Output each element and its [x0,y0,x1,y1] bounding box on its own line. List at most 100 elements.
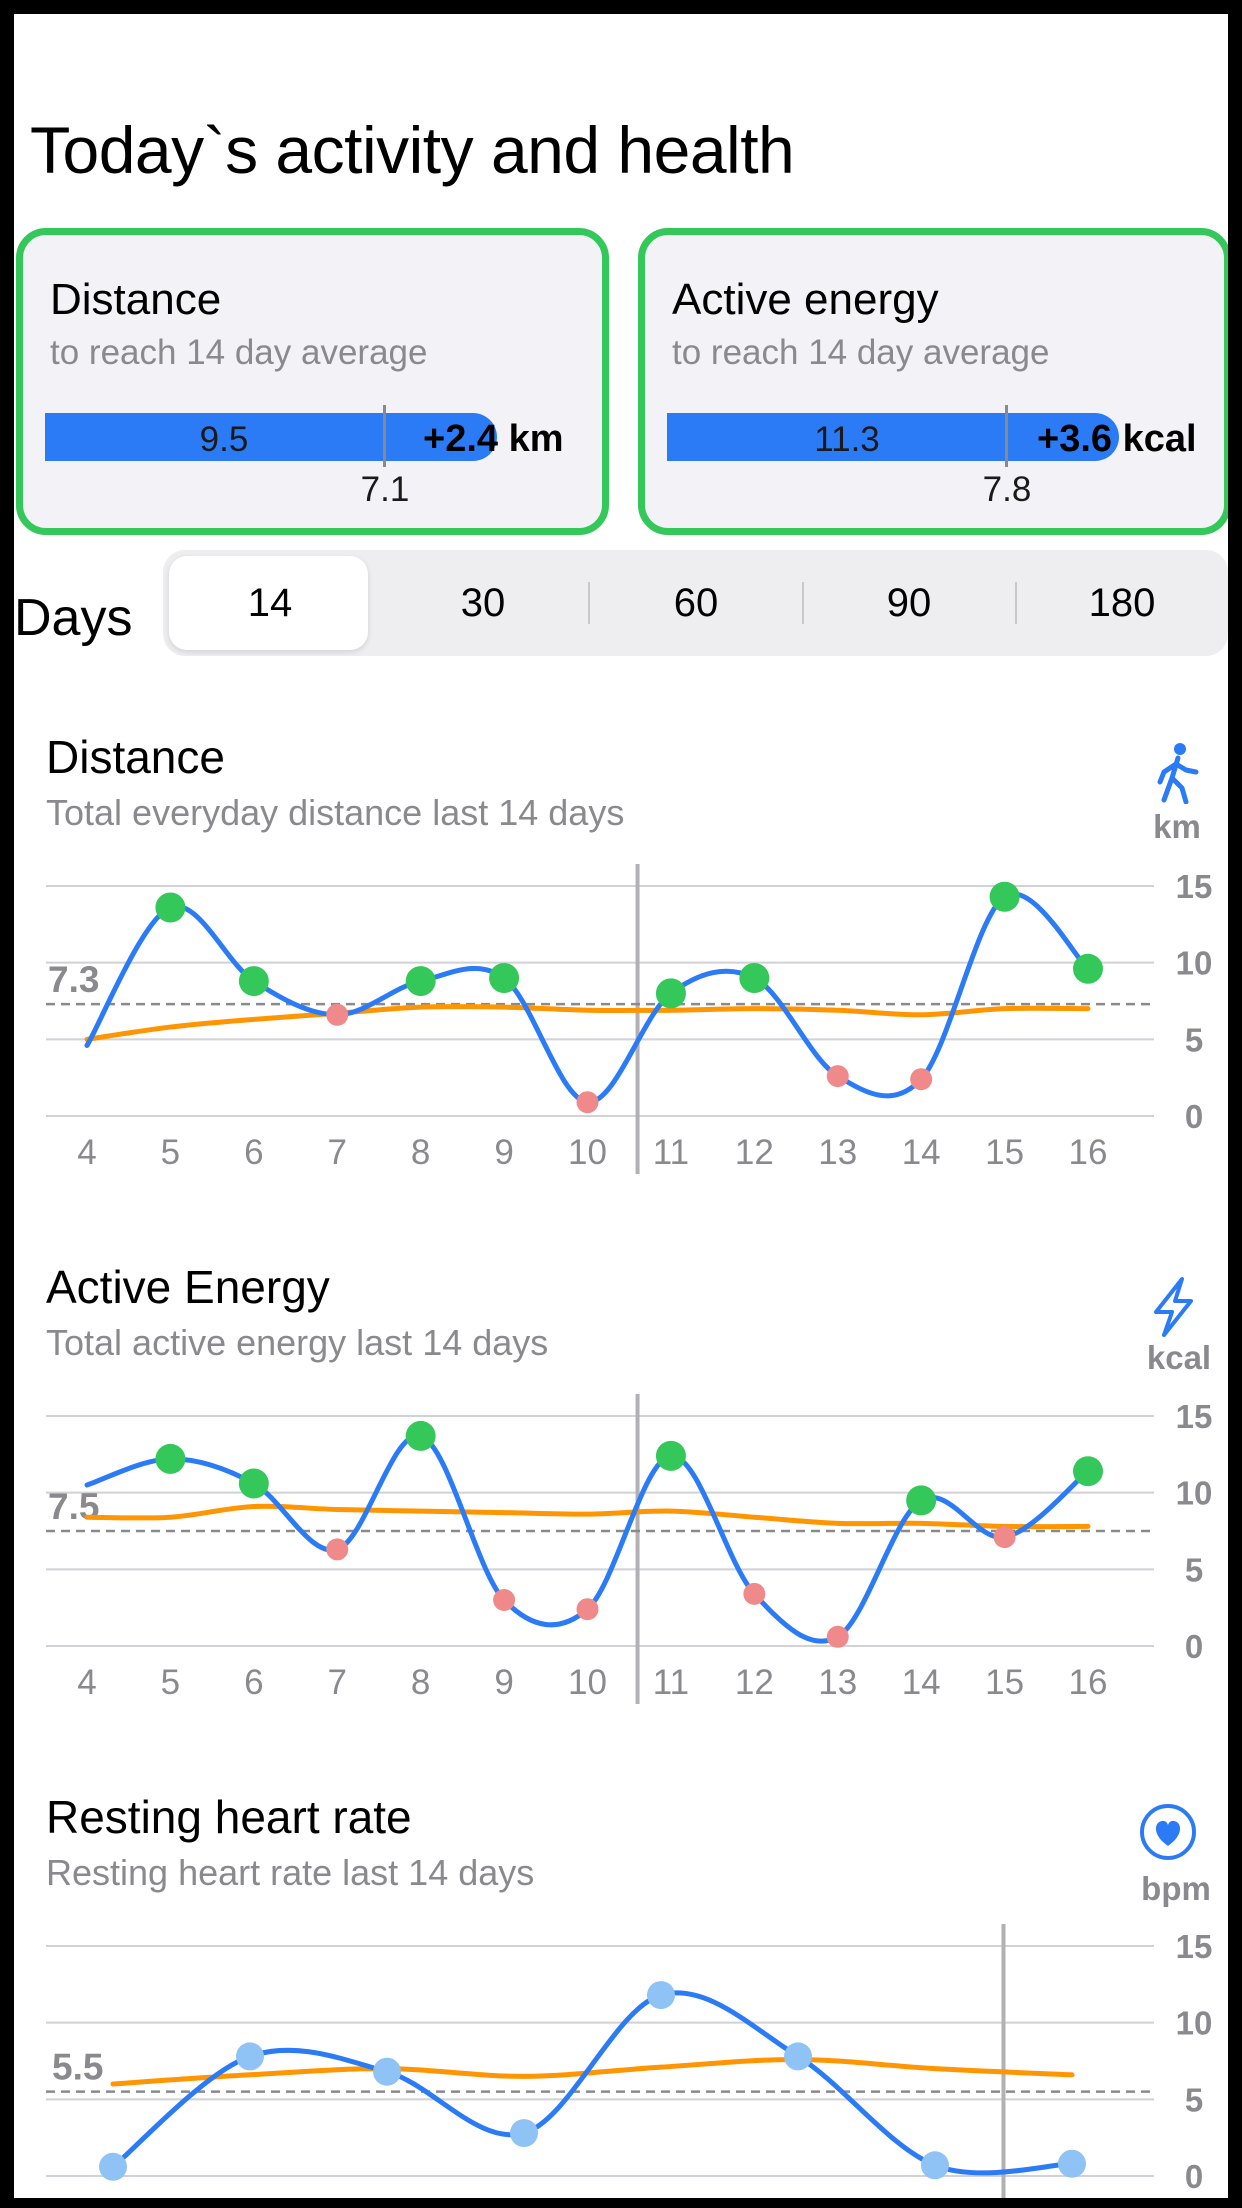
y-tick-label: 10 [1176,2005,1213,2042]
x-tick-label: 10 [568,1663,607,1702]
walking-figure-icon [1157,743,1199,804]
x-tick-label: 13 [818,1663,857,1702]
data-point [510,2119,538,2148]
x-tick-label: 14 [902,1133,941,1172]
data-line [84,891,1091,1105]
y-tick-label: 0 [1185,1098,1203,1135]
x-tick-label: 16 [1069,1663,1108,1702]
average-label: 5.5 [52,2047,103,2088]
trend-line [84,1503,1091,1530]
heart-unit: bpm [1141,1870,1211,1907]
segment-180[interactable]: 180 [1015,550,1228,656]
active-energy-goal-card[interactable]: Active energy to reach 14 day average 11… [638,228,1228,535]
x-tick-label: 10 [568,1133,607,1172]
x-tick-label: 4 [77,1133,96,1172]
y-tick-label: 10 [1176,945,1213,982]
segment-14[interactable]: 14 [163,550,377,656]
heart-chart: 0 5 10 15 5.5 [46,1924,1213,2198]
y-tick-label: 0 [1185,2158,1203,2195]
y-tick-label: 5 [1185,1021,1203,1058]
data-point [784,2042,812,2071]
data-point-above [405,966,436,997]
data-point-above [238,1468,269,1499]
data-point-below [326,1538,349,1561]
y-tick-label: 10 [1176,1475,1213,1512]
energy-average: 7.8 [982,470,1032,509]
card-title: Active energy [672,275,939,324]
data-point [99,2152,127,2181]
distance-bar-value: 9.5 [199,420,249,459]
distance-section-subtitle: Total everyday distance last 14 days [46,792,625,833]
x-tick-label: 15 [985,1133,1024,1172]
segment-60[interactable]: 60 [589,550,803,656]
card-subtitle: to reach 14 day average [672,333,1050,372]
data-point [647,1981,675,2010]
data-point-below [576,1091,599,1114]
card-subtitle: to reach 14 day average [50,333,428,372]
x-tick-label: 11 [653,1133,689,1172]
distance-goal-card[interactable]: Distance to reach 14 day average 9.5 +2.… [16,228,609,535]
energy-average-tick [1005,405,1008,467]
x-tick-label: 16 [1069,1133,1108,1172]
data-point-above [989,881,1020,912]
screen: Today`s activity and health Distance to … [14,14,1228,2198]
x-tick-label: 14 [902,1663,941,1702]
energy-bar-value: 11.3 [814,420,880,459]
heart-section-subtitle: Resting heart rate last 14 days [46,1852,535,1893]
distance-delta: +2.4 km [423,418,564,460]
heart-icon [1140,1804,1196,1860]
segment-30[interactable]: 30 [376,550,590,656]
x-tick-label: 12 [735,1663,774,1702]
distance-average-tick [383,405,386,467]
x-tick-label: 8 [411,1663,430,1702]
data-point-above [655,978,686,1009]
days-segmented-control[interactable]: 14 30 60 90 180 [163,550,1228,656]
data-point [373,2057,401,2086]
data-point-above [155,892,186,923]
data-line [110,1990,1075,2176]
data-point-above [489,963,520,993]
y-tick-label: 15 [1176,1398,1213,1435]
card-title: Distance [50,275,222,324]
x-tick-label: 8 [411,1133,430,1172]
distance-section-title: Distance [46,731,225,783]
x-tick-label: 5 [161,1133,180,1172]
y-tick-label: 0 [1185,1628,1203,1665]
days-label: Days [14,589,133,647]
distance-chart: 0 5 10 15 7.3 4 5 6 7 8 9 10 11 12 13 14 15 16 [46,864,1213,1174]
data-point-above [739,963,770,993]
data-point-below [493,1589,516,1611]
average-label: 7.3 [48,959,99,1000]
energy-chart: 0 5 10 15 7.5 4 5 6 7 8 9 10 11 12 13 14 15 16 [46,1394,1213,1704]
energy-unit: kcal [1146,1339,1212,1376]
x-tick-label: 6 [244,1663,263,1702]
x-tick-label: 5 [161,1663,180,1702]
data-point-above [238,966,269,997]
data-point [921,2151,949,2180]
heart-section-title: Resting heart rate [46,1791,412,1843]
y-tick-label: 15 [1176,868,1213,905]
y-tick-label: 5 [1185,2081,1203,2118]
x-tick-label: 12 [735,1133,774,1172]
data-point [236,2042,264,2071]
data-point-below [826,1625,849,1648]
energy-section-title: Active Energy [46,1261,330,1313]
distance-average: 7.1 [360,470,410,509]
data-point-above [405,1420,436,1451]
x-tick-label: 6 [244,1133,263,1172]
x-tick-label: 15 [985,1663,1024,1702]
data-point-above [1073,953,1103,984]
distance-unit: km [1153,808,1201,845]
data-point-below [826,1065,849,1088]
data-point [1058,2149,1086,2178]
data-point-below [326,1003,349,1026]
segment-90[interactable]: 90 [802,550,1016,656]
page-title: Today`s activity and health [30,113,795,187]
x-tick-label: 4 [77,1663,96,1702]
data-point-below [743,1582,766,1605]
data-point-below [576,1598,599,1621]
data-point-below [993,1526,1016,1549]
trend-line [84,1004,1091,1042]
x-tick-label: 7 [328,1133,347,1172]
data-point-above [906,1485,937,1516]
